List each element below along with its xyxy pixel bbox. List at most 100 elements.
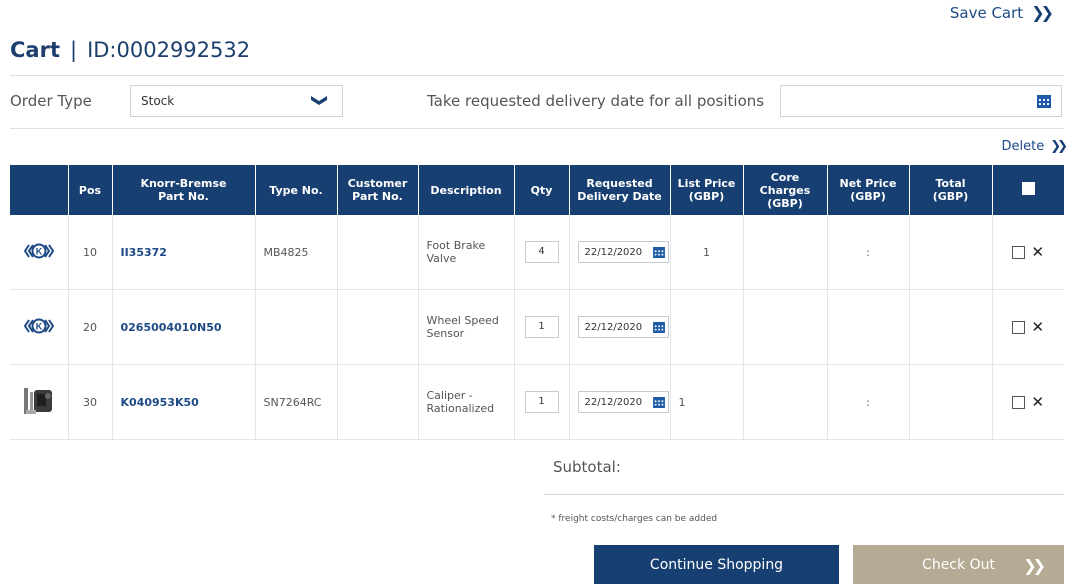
table-row: K 20 0265004010N50 Wheel Speed Sensor 1 …: [10, 289, 1064, 365]
double-chevron-right-icon: ❯❯: [1023, 556, 1046, 575]
row-customer-part-no: [337, 289, 419, 365]
knorr-bremse-logo-icon: K: [23, 318, 54, 333]
header-part-no: Knorr-Bremse Part No.: [112, 165, 256, 215]
delivery-date-value: 22/12/2020: [584, 246, 643, 258]
row-actions-cell: ✕: [992, 289, 1064, 365]
row-checkbox[interactable]: [1012, 395, 1026, 409]
cart-id: ID:0002992532: [87, 38, 251, 62]
row-part-no-cell: 0265004010N50: [112, 289, 256, 365]
row-description: Wheel Speed Sensor: [418, 289, 515, 365]
row-pos: 10: [68, 215, 113, 290]
remove-row-icon[interactable]: ✕: [1031, 318, 1044, 336]
delivery-all-date-input[interactable]: [780, 85, 1062, 117]
subtotal-label: Subtotal:: [553, 458, 621, 476]
order-type-value: Stock: [141, 94, 175, 108]
row-part-no-cell: K040953K50: [112, 364, 256, 440]
delivery-date-input[interactable]: 22/12/2020: [577, 391, 669, 413]
row-checkbox[interactable]: [1012, 320, 1026, 334]
continue-shopping-button[interactable]: Continue Shopping: [594, 545, 839, 584]
calendar-icon[interactable]: [652, 246, 665, 258]
header-list-price: List Price (GBP): [670, 165, 744, 215]
delivery-date-value: 22/12/2020: [584, 321, 643, 333]
row-date-cell: 22/12/2020: [569, 215, 671, 290]
knorr-bremse-logo-icon: K: [23, 243, 54, 258]
row-type-no: MB4825: [255, 215, 338, 290]
header-total: Total (GBP): [909, 165, 993, 215]
row-list-price: 1: [670, 215, 744, 290]
header-pos: Pos: [68, 165, 113, 215]
quantity-input[interactable]: 1: [524, 391, 559, 413]
row-total: [909, 364, 993, 440]
cart-heading: Cart: [10, 38, 60, 62]
svg-text:K: K: [36, 321, 43, 331]
continue-shopping-label: Continue Shopping: [649, 556, 784, 573]
header-qty: Qty: [514, 165, 570, 215]
header-core-charges: Core Charges (GBP): [743, 165, 828, 215]
save-cart-label: Save Cart: [949, 3, 1024, 22]
delete-link[interactable]: Delete ❯❯: [1001, 139, 1068, 154]
remove-row-icon[interactable]: ✕: [1031, 393, 1044, 411]
save-cart-link[interactable]: Save Cart ❯❯: [949, 3, 1054, 22]
chevron-down-icon: [311, 96, 327, 105]
table-row: 30 K040953K50 SN7264RC Caliper - Rationa…: [10, 364, 1064, 440]
row-total: [909, 289, 993, 365]
remove-row-icon[interactable]: ✕: [1031, 243, 1044, 261]
divider: [10, 128, 1064, 129]
row-customer-part-no: [337, 364, 419, 440]
row-qty-cell: 1: [514, 364, 570, 440]
divider: [544, 494, 1064, 495]
check-out-button[interactable]: Check Out ❯❯: [853, 545, 1064, 584]
delivery-date-input[interactable]: 22/12/2020: [577, 241, 669, 263]
table-row: K 10 II35372 MB4825 Foot Brake Valve 4 2…: [10, 215, 1064, 290]
row-customer-part-no: [337, 215, 419, 290]
delete-label: Delete: [1001, 139, 1045, 154]
row-net-price: :: [827, 364, 910, 440]
quantity-input[interactable]: 1: [524, 316, 559, 338]
header-customer-part-no: Customer Part No.: [337, 165, 419, 215]
title-separator: |: [69, 38, 78, 62]
delivery-all-label: Take requested delivery date for all pos…: [427, 92, 765, 110]
table-header-row: Pos Knorr-Bremse Part No. Type No. Custom…: [10, 165, 1064, 215]
row-core-charges: [743, 364, 828, 440]
delivery-date-input[interactable]: 22/12/2020: [577, 316, 669, 338]
header-type-no: Type No.: [255, 165, 338, 215]
freight-note: * freight costs/charges can be added: [551, 514, 718, 524]
quantity-input[interactable]: 4: [524, 241, 559, 263]
row-logo-cell: K: [10, 215, 69, 290]
caliper-product-image: [23, 387, 52, 414]
order-type-select[interactable]: Stock: [130, 85, 343, 117]
row-date-cell: 22/12/2020: [569, 289, 671, 365]
divider: [10, 75, 1064, 76]
row-core-charges: [743, 289, 828, 365]
header-description: Description: [418, 165, 515, 215]
row-date-cell: 22/12/2020: [569, 364, 671, 440]
row-part-no-cell: II35372: [112, 215, 256, 290]
calendar-icon[interactable]: [652, 396, 665, 408]
row-logo-cell: [10, 364, 69, 440]
cart-table: Pos Knorr-Bremse Part No. Type No. Custom…: [10, 165, 1064, 440]
row-core-charges: [743, 215, 828, 290]
row-logo-cell: K: [10, 289, 69, 365]
calendar-icon[interactable]: [1037, 95, 1051, 108]
row-actions-cell: ✕: [992, 215, 1064, 290]
part-no-link[interactable]: K040953K50: [121, 396, 199, 409]
header-requested-delivery-date: Requested Delivery Date: [569, 165, 671, 215]
calendar-icon[interactable]: [652, 321, 665, 333]
row-type-no: SN7264RC: [255, 364, 338, 440]
select-all-checkbox[interactable]: [1021, 182, 1035, 195]
row-net-price: :: [827, 215, 910, 290]
part-no-link[interactable]: 0265004010N50: [121, 321, 222, 334]
header-select-all: [992, 165, 1064, 215]
row-qty-cell: 4: [514, 215, 570, 290]
row-pos: 20: [68, 289, 113, 365]
svg-text:K: K: [36, 246, 43, 256]
row-description: Foot Brake Valve: [418, 215, 515, 290]
part-no-link[interactable]: II35372: [121, 246, 167, 259]
row-actions-cell: ✕: [992, 364, 1064, 440]
row-type-no: [255, 289, 338, 365]
double-chevron-right-icon: ❯❯: [1050, 139, 1068, 154]
header-logo: [10, 165, 69, 215]
row-checkbox[interactable]: [1012, 245, 1026, 259]
page-title: Cart | ID:0002992532: [10, 38, 250, 62]
header-net-price: Net Price (GBP): [827, 165, 910, 215]
